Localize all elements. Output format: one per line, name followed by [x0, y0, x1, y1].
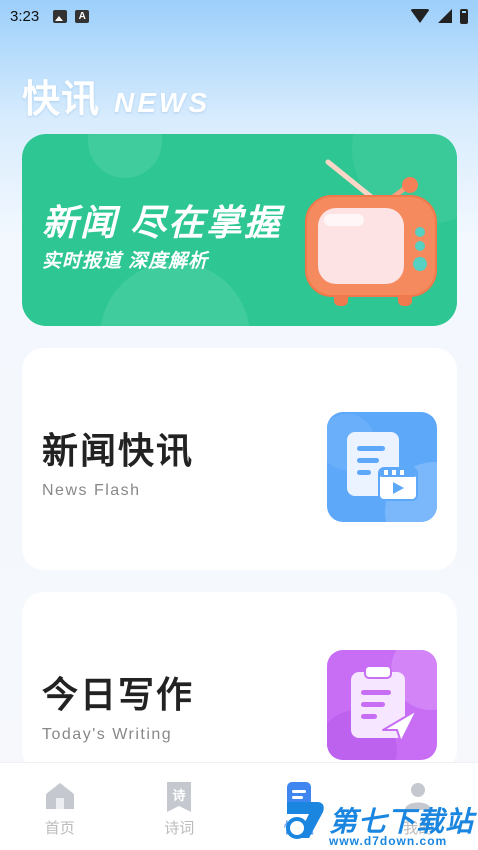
- nav-label: 首页: [44, 820, 75, 837]
- d7down-logo: [286, 802, 324, 839]
- page-title: 快讯: [22, 79, 101, 121]
- nav-label: 诗词: [164, 820, 195, 837]
- image-icon: [53, 9, 68, 23]
- poem-icon-text: 诗: [173, 788, 186, 804]
- home-icon: [45, 783, 74, 809]
- banner-title: 新闻 尽在掌握: [42, 202, 283, 243]
- status-time: 3:23: [10, 7, 40, 25]
- clipboard-send-icon: [327, 650, 437, 760]
- todays-writing-card[interactable]: 今日写作 Today's Writing: [22, 592, 457, 772]
- hero-banner[interactable]: 新闻 尽在掌握 实时报道 深度解析: [22, 134, 457, 326]
- a-icon: A: [75, 9, 90, 23]
- nav-item-poems[interactable]: 诗 诗词: [120, 763, 240, 850]
- page-header: 快讯 NEWS: [22, 68, 210, 123]
- news-flash-card[interactable]: 新闻快讯 News Flash: [22, 348, 457, 570]
- wifi-icon: [410, 9, 430, 23]
- battery-icon: [460, 8, 468, 24]
- nav-item-home[interactable]: 首页: [0, 763, 120, 850]
- tv-icon: [305, 159, 437, 306]
- signal-icon: [438, 9, 452, 23]
- poem-bookmark-icon: 诗: [167, 782, 192, 812]
- watermark: 第七下载站 www.d7down.com: [283, 786, 478, 850]
- card-title: 新闻快讯: [42, 430, 195, 471]
- news-document-video-icon: [327, 412, 437, 522]
- banner-decor-circle: [88, 134, 162, 178]
- card-subtitle: Today's Writing: [42, 726, 173, 743]
- page-title-en: NEWS: [114, 87, 211, 118]
- status-bar: 3:23 A: [0, 0, 478, 32]
- card-title: 今日写作: [42, 674, 195, 715]
- banner-subtitle: 实时报道 深度解析: [42, 251, 209, 272]
- card-subtitle: News Flash: [42, 482, 141, 499]
- watermark-url: www.d7down.com: [329, 834, 448, 848]
